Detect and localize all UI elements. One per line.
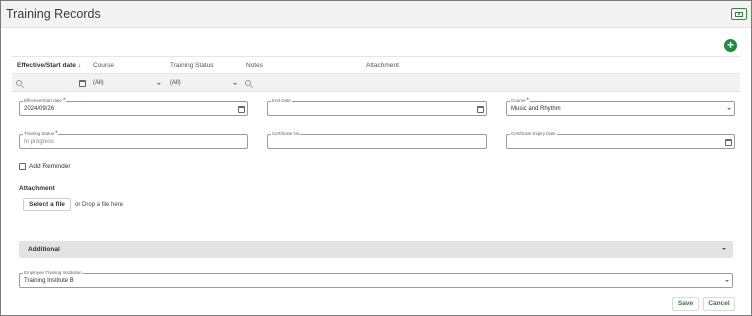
drop-file-text: or Drop a file here [75, 202, 124, 208]
column-header-course[interactable]: Course [93, 62, 114, 69]
column-header-notes[interactable]: Notes [246, 62, 263, 69]
certificate-no-field[interactable]: Certificate No [267, 131, 487, 149]
calendar-icon[interactable] [477, 106, 484, 113]
add-reminder-label: Add Reminder [29, 163, 71, 170]
sort-down-icon: ↓ [77, 62, 82, 69]
certificate-expiry-date-field[interactable]: Certificate Expiry Date [506, 131, 735, 149]
cancel-button[interactable]: Cancel [703, 297, 735, 311]
window-frame [0, 0, 752, 316]
search-icon[interactable] [245, 80, 251, 86]
end-date-field[interactable]: End Date [267, 98, 487, 116]
chevron-down-icon[interactable] [157, 83, 161, 85]
column-header-effective-start-date[interactable]: Effective/Start date ↓ [17, 62, 81, 69]
course-filter[interactable]: (All) [93, 80, 104, 86]
title-bar: Training Records [1, 1, 751, 28]
effective-start-date-value: 2024/09/26 [24, 106, 55, 112]
chevron-down-icon[interactable] [725, 280, 729, 282]
add-record-button[interactable]: + [724, 39, 737, 52]
chevron-down-icon[interactable] [727, 108, 731, 110]
calendar-icon[interactable] [79, 80, 86, 87]
money-icon[interactable] [731, 8, 747, 20]
effective-start-date-field[interactable]: Effective/Start date* 2024/09/26 [19, 98, 248, 116]
employee-training-institution-value: Training Institute B [24, 278, 74, 284]
course-select[interactable]: Course* Music and Rhythm [506, 98, 735, 116]
employee-training-institution-select[interactable]: Employee Training Institution Training I… [19, 270, 733, 288]
additional-label: Additional [28, 246, 60, 253]
training-status-field[interactable]: Training Status* In progress [19, 131, 248, 149]
save-button[interactable]: Save [672, 297, 699, 311]
training-status-value: In progress [24, 139, 55, 145]
column-header-attachment[interactable]: Attachment [366, 62, 399, 69]
grid-filter-row: (All) (All) [12, 73, 740, 92]
calendar-icon[interactable] [725, 139, 732, 146]
search-icon[interactable] [16, 80, 22, 86]
chevron-down-icon[interactable] [722, 248, 726, 250]
page-title: Training Records [6, 7, 101, 21]
training-status-filter[interactable]: (All) [170, 80, 181, 86]
chevron-down-icon[interactable] [233, 83, 237, 85]
course-value: Music and Rhythm [511, 106, 561, 112]
calendar-icon[interactable] [238, 106, 245, 113]
column-header-training-status[interactable]: Training Status [170, 62, 213, 69]
additional-section-header[interactable]: Additional [19, 241, 733, 258]
add-reminder-checkbox[interactable] [19, 163, 26, 170]
select-file-button[interactable]: Select a file [23, 198, 71, 211]
attachment-label: Attachment [19, 185, 55, 192]
grid-header: Effective/Start date ↓ Course Training St… [12, 56, 740, 73]
